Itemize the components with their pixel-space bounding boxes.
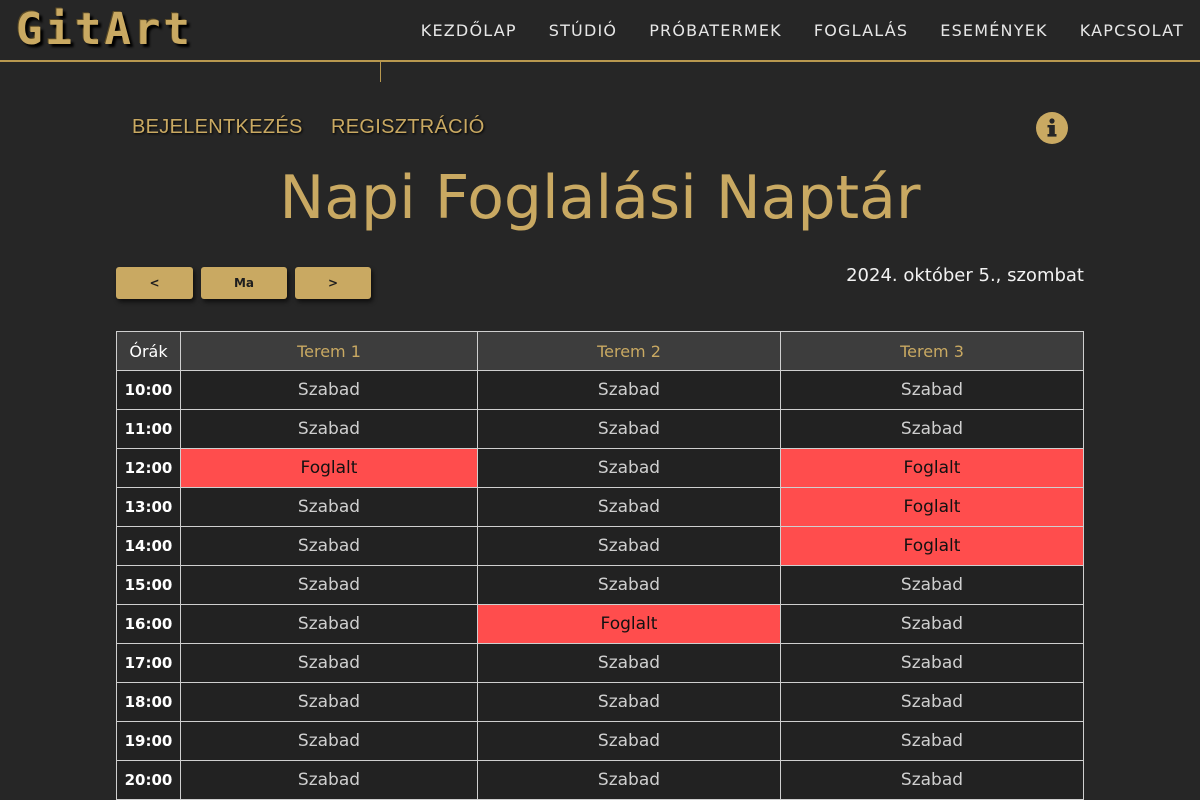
slot-cell-room-3[interactable]: Szabad xyxy=(780,565,1084,605)
slot-cell-room-3[interactable]: Szabad xyxy=(780,682,1084,722)
slot-cell-room-2[interactable]: Szabad xyxy=(477,526,781,566)
slot-cell-room-1[interactable]: Szabad xyxy=(180,682,478,722)
login-link[interactable]: BEJELENTKEZÉS xyxy=(132,116,303,139)
nav-item-esemenyek[interactable]: ESEMÉNYEK xyxy=(940,21,1047,40)
hour-cell: 15:00 xyxy=(116,565,181,605)
table-row: 15:00 Szabad Szabad Szabad xyxy=(116,565,1084,605)
today-button[interactable]: Ma xyxy=(201,267,287,299)
calendar-header-row: Órák Terem 1 Terem 2 Terem 3 xyxy=(116,331,1084,371)
slot-cell-room-3[interactable]: Szabad xyxy=(780,760,1084,800)
hour-cell: 18:00 xyxy=(116,682,181,722)
main-nav: KEZDŐLAP STÚDIÓ PRÓBATERMEK FOGLALÁS ESE… xyxy=(389,0,1184,60)
slot-cell-room-1[interactable]: Foglalt xyxy=(180,448,478,488)
current-date: 2024. október 5., szombat xyxy=(846,265,1084,286)
slot-cell-room-3[interactable]: Foglalt xyxy=(780,487,1084,527)
table-row: 11:00 Szabad Szabad Szabad xyxy=(116,409,1084,449)
room-header-1: Terem 1 xyxy=(180,331,478,371)
hours-column-header: Órák xyxy=(116,331,181,371)
slot-cell-room-1[interactable]: Szabad xyxy=(180,721,478,761)
hour-cell: 17:00 xyxy=(116,643,181,683)
hour-cell: 20:00 xyxy=(116,760,181,800)
slot-cell-room-2[interactable]: Szabad xyxy=(477,448,781,488)
slot-cell-room-2[interactable]: Szabad xyxy=(477,487,781,527)
slot-cell-room-3[interactable]: Szabad xyxy=(780,643,1084,683)
slot-cell-room-1[interactable]: Szabad xyxy=(180,526,478,566)
nav-item-probatermek[interactable]: PRÓBATERMEK xyxy=(649,21,782,40)
logo[interactable]: GitArt xyxy=(16,4,193,56)
top-bar: GitArt KEZDŐLAP STÚDIÓ PRÓBATERMEK FOGLA… xyxy=(0,0,1200,62)
slot-cell-room-3[interactable]: Szabad xyxy=(780,721,1084,761)
slot-cell-room-2[interactable]: Szabad xyxy=(477,682,781,722)
room-header-3: Terem 3 xyxy=(780,331,1084,371)
slot-cell-room-2[interactable]: Szabad xyxy=(477,409,781,449)
page-title: Napi Foglalási Naptár xyxy=(279,163,921,233)
hour-cell: 19:00 xyxy=(116,721,181,761)
slot-cell-room-1[interactable]: Szabad xyxy=(180,565,478,605)
slot-cell-room-2[interactable]: Szabad xyxy=(477,370,781,410)
slot-cell-room-2[interactable]: Szabad xyxy=(477,721,781,761)
slot-cell-room-3[interactable]: Szabad xyxy=(780,409,1084,449)
slot-cell-room-2[interactable]: Szabad xyxy=(477,565,781,605)
hour-cell: 13:00 xyxy=(116,487,181,527)
nav-divider xyxy=(380,62,381,82)
slot-cell-room-3[interactable]: Szabad xyxy=(780,604,1084,644)
calendar-body: 10:00 Szabad Szabad Szabad 11:00 Szabad Szabad… xyxy=(116,370,1084,800)
slot-cell-room-3[interactable]: Foglalt xyxy=(780,526,1084,566)
slot-cell-room-1[interactable]: Szabad xyxy=(180,760,478,800)
slot-cell-room-1[interactable]: Szabad xyxy=(180,487,478,527)
info-icon[interactable] xyxy=(1036,112,1068,144)
booking-calendar: Órák Terem 1 Terem 2 Terem 3 10:00 Szabad… xyxy=(116,331,1084,800)
slot-cell-room-3[interactable]: Szabad xyxy=(780,370,1084,410)
nav-item-foglalas[interactable]: FOGLALÁS xyxy=(814,21,908,40)
room-header-2: Terem 2 xyxy=(477,331,781,371)
table-row: 17:00 Szabad Szabad Szabad xyxy=(116,643,1084,683)
nav-item-studio[interactable]: STÚDIÓ xyxy=(549,21,617,40)
slot-cell-room-2[interactable]: Szabad xyxy=(477,643,781,683)
hour-cell: 12:00 xyxy=(116,448,181,488)
nav-item-kezdolap[interactable]: KEZDŐLAP xyxy=(421,21,517,40)
table-row: 16:00 Szabad Foglalt Szabad xyxy=(116,604,1084,644)
prev-day-button[interactable]: < xyxy=(116,267,193,299)
hour-cell: 14:00 xyxy=(116,526,181,566)
slot-cell-room-2[interactable]: Foglalt xyxy=(477,604,781,644)
slot-cell-room-1[interactable]: Szabad xyxy=(180,604,478,644)
next-day-button[interactable]: > xyxy=(295,267,371,299)
slot-cell-room-1[interactable]: Szabad xyxy=(180,409,478,449)
hour-cell: 16:00 xyxy=(116,604,181,644)
slot-cell-room-1[interactable]: Szabad xyxy=(180,643,478,683)
slot-cell-room-2[interactable]: Szabad xyxy=(477,760,781,800)
hour-cell: 11:00 xyxy=(116,409,181,449)
table-row: 13:00 Szabad Szabad Foglalt xyxy=(116,487,1084,527)
table-row: 18:00 Szabad Szabad Szabad xyxy=(116,682,1084,722)
nav-item-kapcsolat[interactable]: KAPCSOLAT xyxy=(1080,21,1184,40)
table-row: 10:00 Szabad Szabad Szabad xyxy=(116,370,1084,410)
table-row: 19:00 Szabad Szabad Szabad xyxy=(116,721,1084,761)
table-row: 14:00 Szabad Szabad Foglalt xyxy=(116,526,1084,566)
hour-cell: 10:00 xyxy=(116,370,181,410)
register-link[interactable]: REGISZTRÁCIÓ xyxy=(331,116,485,139)
table-row: 20:00 Szabad Szabad Szabad xyxy=(116,760,1084,800)
slot-cell-room-3[interactable]: Foglalt xyxy=(780,448,1084,488)
slot-cell-room-1[interactable]: Szabad xyxy=(180,370,478,410)
table-row: 12:00 Foglalt Szabad Foglalt xyxy=(116,448,1084,488)
